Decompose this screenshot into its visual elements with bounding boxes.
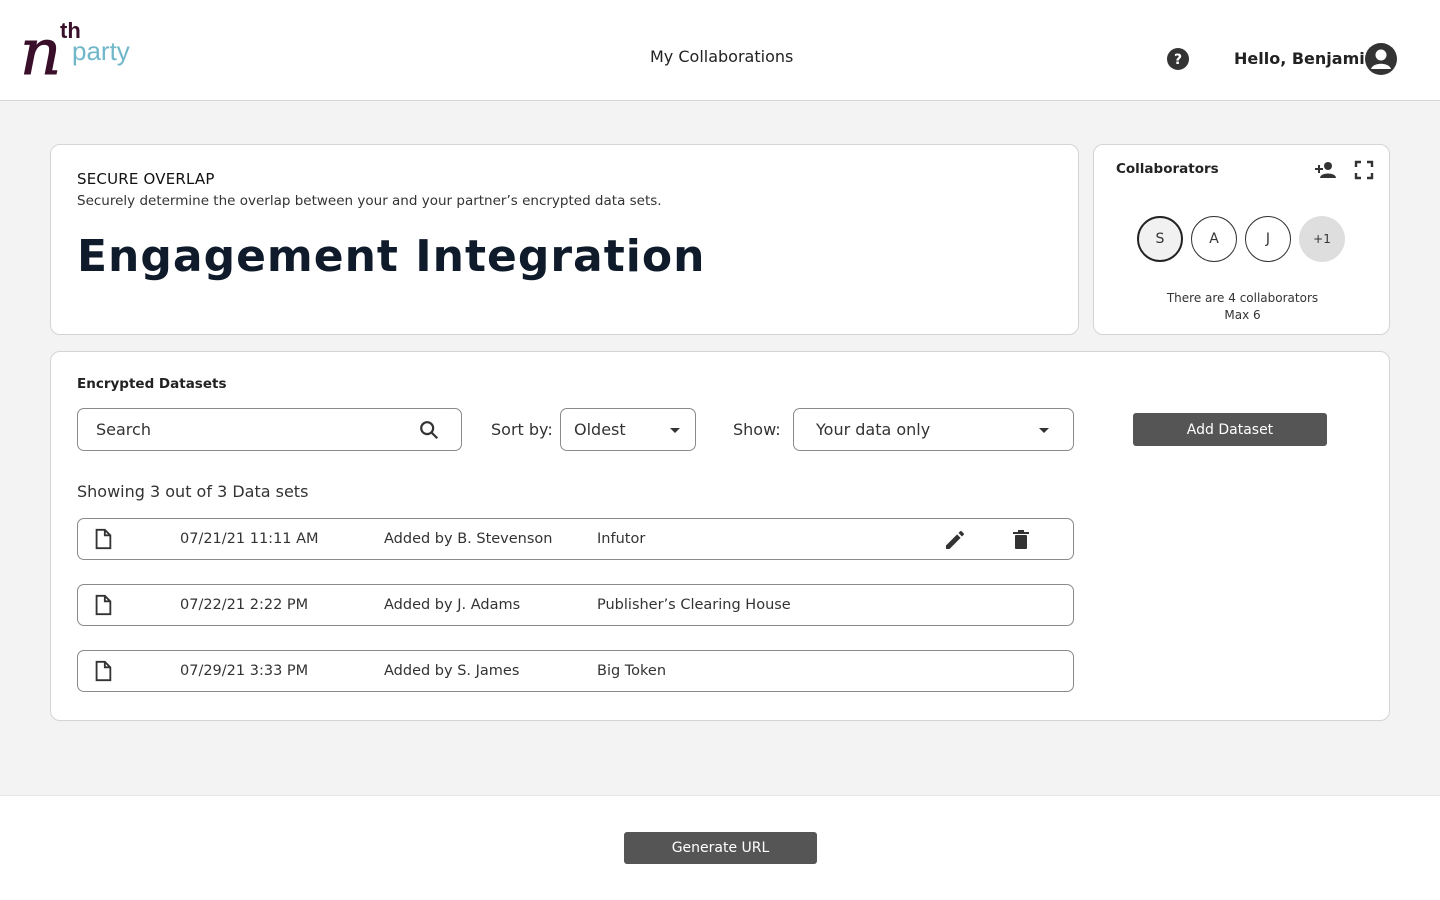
svg-text:?: ? [1174,52,1182,68]
sort-select[interactable]: Oldest [560,408,696,451]
show-select-value: Your data only [816,420,931,439]
dataset-row[interactable]: 07/22/21 2:22 PM Added by J. Adams Publi… [77,584,1074,626]
dataset-date: 07/29/21 3:33 PM [180,663,309,679]
edit-pencil-icon[interactable] [943,528,967,552]
section-eyebrow: SECURE OVERLAP [77,170,215,188]
search-input[interactable] [96,409,396,450]
collaborators-title: Collaborators [1116,161,1219,177]
collaborator-count: There are 4 collaborators [1166,291,1319,305]
results-count: Showing 3 out of 3 Data sets [77,482,309,501]
top-header: n th party My Collaborations ? Hello, Be… [0,0,1440,101]
person-add-icon[interactable] [1314,158,1338,182]
sort-label: Sort by: [491,420,553,439]
avatar-collaborator-s[interactable]: S [1137,216,1183,262]
dataset-added-by: Added by S. James [384,663,520,679]
nav-my-collaborations[interactable]: My Collaborations [650,47,793,66]
dataset-added-by: Added by J. Adams [384,597,521,613]
help-circle-icon[interactable]: ? [1166,47,1190,71]
generate-url-button[interactable]: Generate URL [624,832,817,864]
caret-down-icon [670,428,680,433]
collaborator-avatars: S A J +1 [1137,216,1345,262]
dataset-row[interactable]: 07/21/21 11:11 AM Added by B. Stevenson … [77,518,1074,560]
show-select[interactable]: Your data only [793,408,1074,451]
dataset-added-by: Added by B. Stevenson [384,531,553,547]
avatar-collaborator-a[interactable]: A [1191,216,1237,262]
fullscreen-icon[interactable] [1352,158,1376,182]
datasets-title: Encrypted Datasets [77,376,227,392]
avatar-more-collaborators[interactable]: +1 [1299,216,1345,262]
account-circle-icon[interactable] [1364,42,1398,76]
collaborators-card: Collaborators S A J +1 There are 4 colla… [1093,144,1390,335]
secure-overlap-card: SECURE OVERLAP Securely determine the ov… [50,144,1079,335]
file-icon [95,528,112,550]
collaborator-max: Max 6 [1224,308,1261,322]
user-greeting: Hello, Benjamin [1234,49,1377,68]
file-icon [95,660,112,682]
page-footer: Generate URL [0,795,1440,900]
section-subtitle: Securely determine the overlap between y… [77,193,662,209]
dataset-row[interactable]: 07/29/21 3:33 PM Added by S. James Big T… [77,650,1074,692]
search-icon[interactable] [418,419,440,441]
encrypted-datasets-card: Encrypted Datasets Sort by: Oldest Show:… [50,351,1390,721]
dataset-date: 07/21/21 11:11 AM [180,531,319,547]
collaboration-title: Engagement Integration [77,231,706,282]
avatar-collaborator-j[interactable]: J [1245,216,1291,262]
caret-down-icon [1039,428,1049,433]
search-box[interactable] [77,408,462,451]
dataset-date: 07/22/21 2:22 PM [180,597,309,613]
dataset-source: Big Token [597,663,667,679]
svg-text:n: n [20,18,61,82]
dataset-source: Infutor [597,531,646,547]
svg-text:party: party [72,36,130,66]
add-dataset-button[interactable]: Add Dataset [1133,413,1327,446]
file-icon [95,594,112,616]
sort-select-value: Oldest [574,420,626,439]
nthparty-logo[interactable]: n th party [20,18,152,82]
trash-icon[interactable] [1009,528,1033,552]
show-label: Show: [733,420,781,439]
dataset-source: Publisher’s Clearing House [597,597,791,613]
